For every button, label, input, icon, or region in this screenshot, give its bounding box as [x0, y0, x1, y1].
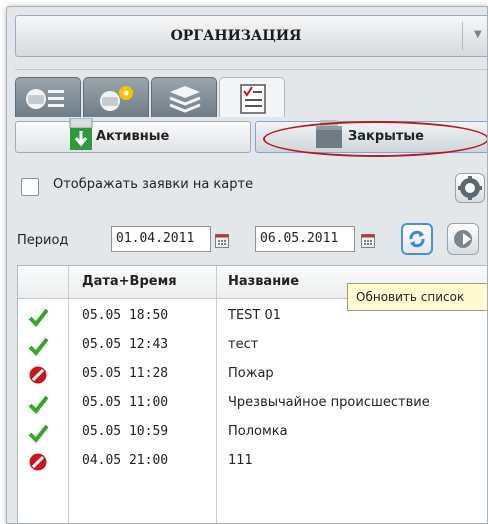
- calendar-icon[interactable]: [215, 234, 229, 248]
- row-datetime: 05.05 11:28: [82, 366, 169, 381]
- checkmark-icon: [28, 337, 48, 356]
- period-filter: Период 01.04.2011 06.05.2011: [17, 221, 487, 257]
- date-from-field[interactable]: 01.04.2011: [111, 226, 211, 252]
- chevron-down-icon[interactable]: ▼: [474, 29, 482, 40]
- column-datetime[interactable]: Дата+Время: [82, 274, 177, 289]
- request-filter-tabs: Активные Закрытые: [13, 117, 487, 157]
- row-name: Пожар: [228, 366, 274, 381]
- map-display-option: Отображать заявки на карте: [21, 173, 487, 203]
- row-datetime: 04.05 21:00: [82, 453, 169, 468]
- vehicles-list-icon: [26, 89, 64, 109]
- checkmark-icon: [28, 308, 48, 327]
- settings-button[interactable]: [455, 173, 485, 203]
- row-datetime: 05.05 11:00: [82, 395, 169, 410]
- gear-icon: [458, 176, 482, 200]
- show-on-map-checkbox[interactable]: [21, 178, 39, 196]
- icon-tab-bar: [7, 73, 487, 117]
- row-datetime: 05.05 18:50: [82, 308, 169, 323]
- cancelled-icon: [29, 366, 47, 384]
- period-label: Период: [17, 233, 69, 248]
- table-row[interactable]: 05.05 11:00 Чрезвычайное происшествие: [18, 389, 487, 418]
- refresh-button[interactable]: [401, 223, 433, 255]
- row-datetime: 05.05 10:59: [82, 424, 169, 439]
- checkmark-icon: [28, 424, 48, 443]
- table-row[interactable]: 04.05 21:00 111: [18, 447, 487, 476]
- row-name: Чрезвычайное происшествие: [228, 395, 430, 410]
- exit-arrow-icon: [454, 230, 472, 248]
- tab-layers[interactable]: [151, 77, 217, 117]
- show-on-map-label: Отображать заявки на карте: [53, 177, 254, 192]
- requests-checklist-icon: [240, 84, 266, 114]
- row-datetime: 05.05 12:43: [82, 337, 169, 352]
- vehicles-location-icon: [100, 86, 133, 111]
- cancelled-icon: [29, 453, 47, 471]
- organization-dropdown[interactable]: ОРГАНИЗАЦИЯ ▼: [15, 15, 487, 57]
- tab-vehicles-location[interactable]: [83, 77, 149, 117]
- table-row[interactable]: 05.05 12:43 тест: [18, 331, 487, 360]
- table-row[interactable]: 05.05 10:59 Поломка: [18, 418, 487, 447]
- organization-title: ОРГАНИЗАЦИЯ: [170, 28, 302, 44]
- date-to-field[interactable]: 06.05.2011: [255, 226, 355, 252]
- tab-active-requests[interactable]: Активные: [15, 118, 251, 153]
- organization-panel: ОРГАНИЗАЦИЯ ▼ Активные Закрытые Отобража…: [6, 6, 488, 524]
- calendar-icon[interactable]: [361, 234, 375, 248]
- refresh-icon: [409, 230, 425, 248]
- refresh-tooltip: Обновить список: [347, 283, 487, 311]
- row-name: Поломка: [228, 424, 288, 439]
- column-name[interactable]: Название: [228, 274, 299, 289]
- table-row[interactable]: 05.05 11:28 Пожар: [18, 360, 487, 389]
- row-name: TEST 01: [228, 308, 282, 323]
- highlight-ellipse: [263, 121, 487, 157]
- tab-requests[interactable]: [219, 77, 285, 117]
- tab-vehicles-list[interactable]: [15, 77, 81, 117]
- layers-icon: [169, 86, 201, 113]
- checkmark-icon: [28, 395, 48, 414]
- row-name: тест: [228, 337, 259, 352]
- row-name: 111: [228, 453, 253, 468]
- export-button[interactable]: [447, 223, 479, 255]
- dropdown-divider: [462, 22, 463, 50]
- header-divider: [15, 69, 487, 70]
- tab-active-label: Активные: [96, 129, 170, 144]
